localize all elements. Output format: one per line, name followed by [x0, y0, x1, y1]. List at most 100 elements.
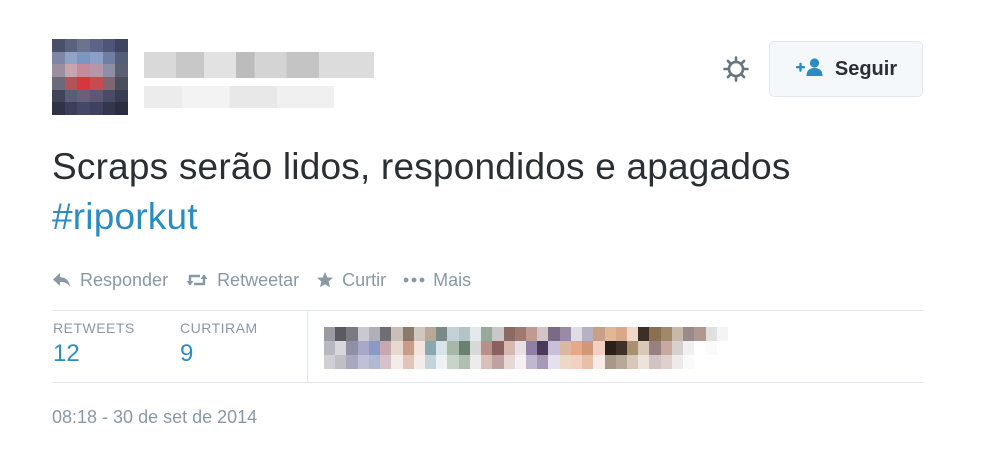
- liker-avatar-pixel: [481, 355, 493, 369]
- liker-avatar-pixel: [391, 355, 403, 369]
- liker-avatar-pixel: [593, 327, 605, 341]
- reply-label: Responder: [80, 269, 169, 290]
- liker-avatar-pixel: [683, 355, 695, 369]
- liker-avatar-pixel: [604, 341, 616, 355]
- liker-avatar-pixel: [324, 327, 336, 341]
- liker-avatar-pixel: [391, 341, 403, 355]
- like-button[interactable]: Curtir: [316, 270, 386, 291]
- liker-avatar-pixel: [425, 355, 437, 369]
- liker-avatar-pixel: [447, 355, 459, 369]
- reply-icon: [52, 272, 72, 288]
- retweets-count[interactable]: 12: [53, 336, 135, 372]
- liker-avatar-pixel: [368, 327, 381, 341]
- liker-avatar-pixel: [593, 355, 605, 369]
- liker-avatar-pixel: [324, 341, 336, 355]
- stats-separator: [307, 311, 308, 382]
- liker-avatar-pixel: [514, 341, 526, 355]
- stats-bottom-divider: [52, 382, 923, 383]
- liker-avatar-pixel: [694, 355, 706, 369]
- liker-avatar-pixel: [458, 327, 470, 341]
- liker-avatar-pixel: [380, 355, 392, 369]
- liker-avatar-pixel: [346, 341, 358, 355]
- liker-avatar-pixel: [492, 341, 504, 355]
- retweet-button[interactable]: Retweetar: [185, 270, 299, 291]
- liker-avatar-pixel: [335, 327, 347, 341]
- liker-avatar-pixel: [425, 341, 437, 355]
- liker-avatar-pixel: [526, 355, 538, 369]
- liker-avatar-pixel: [514, 327, 526, 341]
- gear-icon[interactable]: [720, 53, 752, 85]
- liker-avatar-pixel: [570, 327, 583, 341]
- liker-avatar-pixel: [716, 341, 728, 355]
- liker-avatar-pixel: [380, 341, 392, 355]
- liker-avatar-pixel: [425, 327, 437, 341]
- liker-avatar-pixel: [526, 327, 538, 341]
- liker-avatar-pixel: [705, 341, 717, 355]
- tweet-text: Scraps serão lidos, respondidos e apagad…: [52, 142, 812, 242]
- display-name-blurred[interactable]: [144, 52, 374, 78]
- liker-avatar-pixel: [548, 327, 560, 341]
- follow-button[interactable]: Seguir: [769, 41, 923, 97]
- likes-count[interactable]: 9: [180, 336, 258, 372]
- liker-avatar-pixel: [615, 327, 627, 341]
- avatar[interactable]: [52, 39, 128, 115]
- retweets-stat[interactable]: RETWEETS 12: [53, 320, 135, 372]
- reply-button[interactable]: Responder: [52, 270, 168, 291]
- tweet-body: Scraps serão lidos, respondidos e apagad…: [52, 146, 791, 187]
- liker-avatar-pixel: [660, 355, 672, 369]
- liker-avatars[interactable]: [324, 327, 728, 369]
- liker-avatar-pixel: [514, 355, 526, 369]
- liker-avatar-pixel: [548, 341, 560, 355]
- like-label: Curtir: [342, 269, 387, 290]
- liker-avatar-pixel: [357, 355, 369, 369]
- liker-avatar-pixel: [537, 341, 549, 355]
- liker-avatar-pixel: [705, 355, 717, 369]
- more-dots-icon: [403, 276, 425, 284]
- liker-avatar-pixel: [492, 355, 504, 369]
- liker-avatar-pixel: [660, 341, 672, 355]
- liker-avatar-pixel: [391, 327, 403, 341]
- liker-avatar-pixel: [582, 341, 594, 355]
- liker-avatar-pixel: [346, 355, 358, 369]
- liker-avatar-pixel: [469, 341, 482, 355]
- liker-avatar-pixel: [346, 327, 358, 341]
- liker-avatar-pixel: [604, 327, 616, 341]
- hashtag-link[interactable]: #riporkut: [52, 196, 198, 237]
- liker-avatar-pixel: [458, 341, 470, 355]
- liker-avatar-pixel: [694, 327, 706, 341]
- likes-stat[interactable]: CURTIRAM 9: [180, 320, 258, 372]
- liker-avatar-pixel: [705, 327, 717, 341]
- tweet-timestamp[interactable]: 08:18 - 30 de set de 2014: [52, 407, 257, 428]
- liker-avatar-pixel: [537, 327, 549, 341]
- liker-avatar-pixel: [492, 327, 504, 341]
- liker-avatar-pixel: [481, 327, 493, 341]
- liker-avatar-pixel: [627, 327, 639, 341]
- liker-avatar-pixel: [413, 327, 425, 341]
- liker-avatar-pixel: [503, 355, 515, 369]
- more-button[interactable]: Mais: [403, 270, 471, 291]
- follow-person-icon: [795, 57, 825, 82]
- liker-avatar-pixel: [671, 355, 684, 369]
- liker-avatar-pixel: [627, 341, 639, 355]
- liker-avatar-pixel: [447, 327, 459, 341]
- liker-avatar-pixel: [649, 355, 661, 369]
- liker-avatar-pixel: [683, 341, 695, 355]
- liker-avatar-pixel: [413, 355, 425, 369]
- liker-avatar-pixel: [402, 341, 414, 355]
- liker-avatar-pixel: [582, 355, 594, 369]
- liker-avatar-pixel: [335, 341, 347, 355]
- follow-label: Seguir: [834, 57, 898, 80]
- likes-label: CURTIRAM: [180, 320, 258, 336]
- username-blurred[interactable]: [144, 86, 334, 108]
- liker-avatar-pixel: [582, 327, 594, 341]
- liker-avatar-pixel: [683, 327, 695, 341]
- liker-avatar-pixel: [447, 341, 459, 355]
- liker-avatar-pixel: [638, 355, 650, 369]
- liker-avatar-pixel: [559, 355, 571, 369]
- liker-avatar-pixel: [649, 341, 661, 355]
- star-icon: [316, 271, 334, 289]
- liker-avatar-pixel: [368, 341, 381, 355]
- retweet-icon: [185, 272, 209, 288]
- liker-avatar-pixel: [402, 355, 414, 369]
- tweet-actions: Responder Retweetar Curtir Mais: [52, 266, 488, 294]
